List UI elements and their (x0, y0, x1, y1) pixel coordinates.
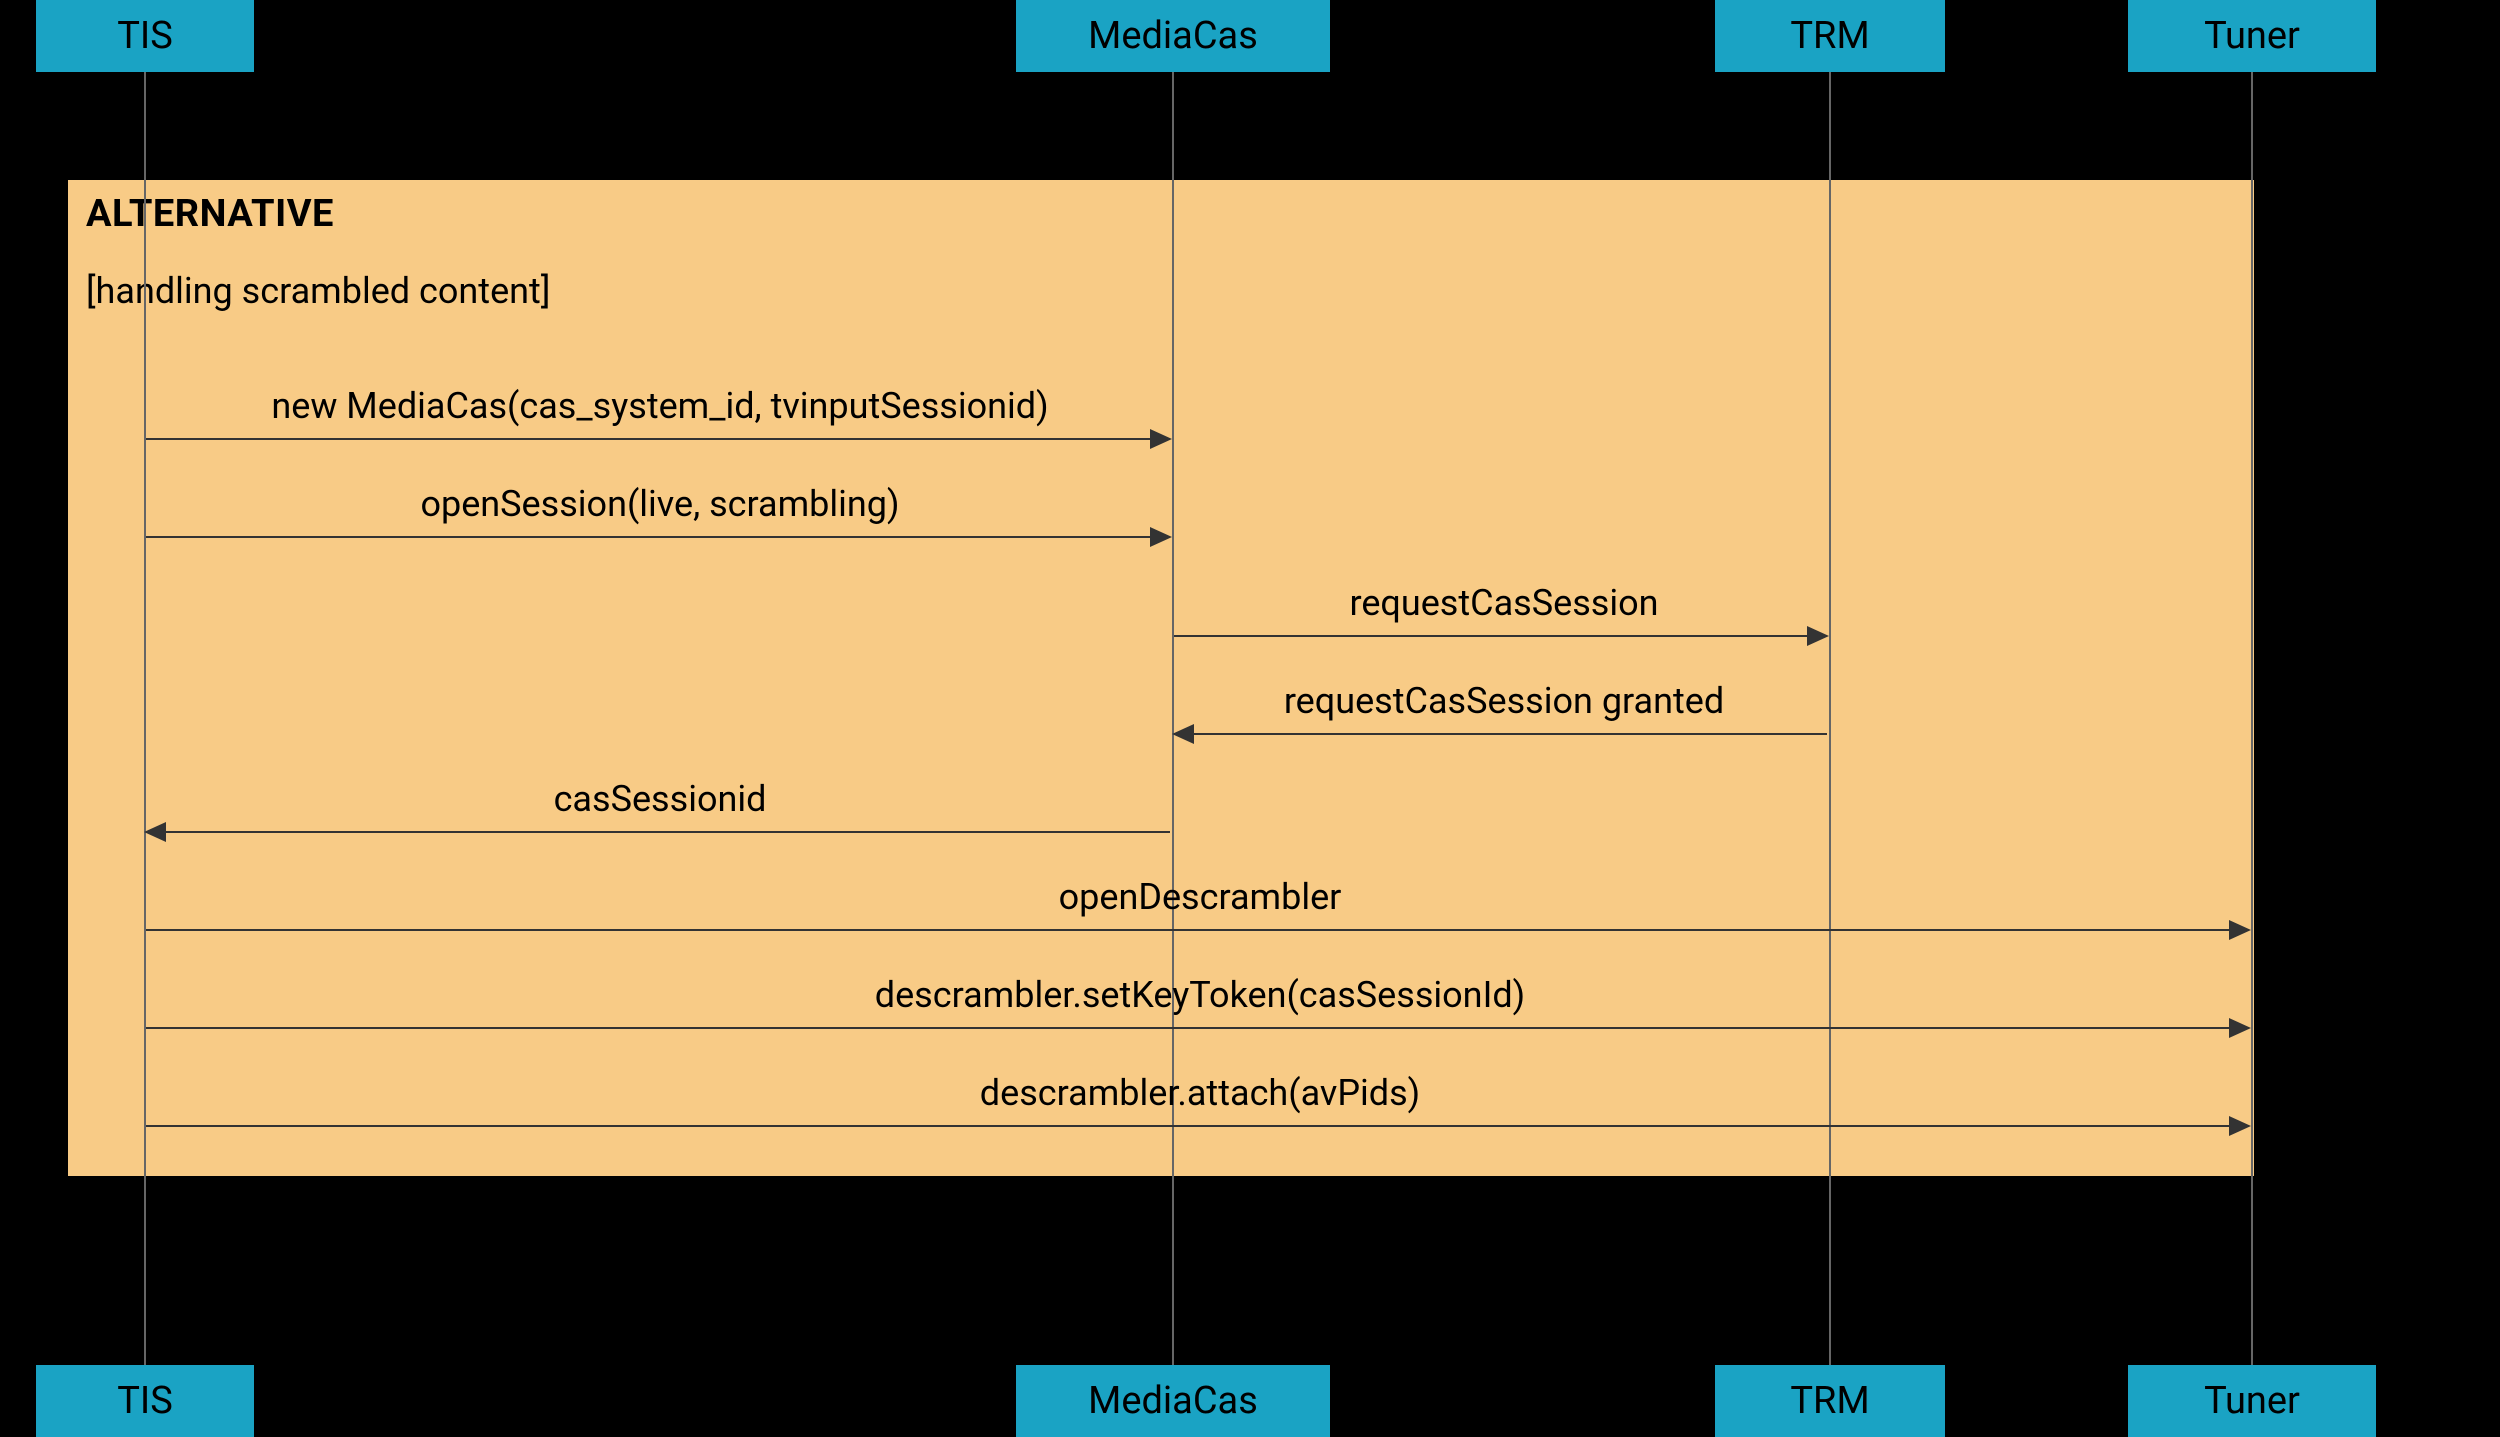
lifeline-tuner-seg (2251, 178, 2253, 1178)
msg-set-key-token (146, 1027, 2249, 1029)
msg-open-descrambler (146, 929, 2249, 931)
msg-open-session-label: openSession(live, scrambling) (170, 483, 1150, 525)
msg-new-mediacas (146, 438, 1170, 440)
msg-request-cas-session-label: requestCasSession (1190, 582, 1818, 624)
msg-request-cas-session (1174, 635, 1827, 637)
participant-trm-bottom: TRM (1715, 1365, 1945, 1437)
participant-mediacas-bottom: MediaCas (1016, 1365, 1330, 1437)
msg-cas-sessionid-label: casSessionid (170, 778, 1150, 820)
msg-request-cas-session-granted-label: requestCasSession granted (1190, 680, 1818, 722)
msg-open-descrambler-label: openDescrambler (170, 876, 2230, 918)
msg-descrambler-attach-label: descrambler.attach(avPids) (170, 1072, 2230, 1114)
participant-tuner-bottom: Tuner (2128, 1365, 2376, 1437)
alt-guard: [handling scrambled content] (86, 270, 550, 312)
participant-mediacas-top: MediaCas (1016, 0, 1330, 72)
participant-tuner-top: Tuner (2128, 0, 2376, 72)
participant-trm-top: TRM (1715, 0, 1945, 72)
msg-set-key-token-label: descrambler.setKeyToken(casSessionId) (170, 974, 2230, 1016)
participant-tis-top: TIS (36, 0, 254, 72)
alt-title: ALTERNATIVE (86, 192, 334, 236)
msg-new-mediacas-label: new MediaCas(cas_system_id, tvinputSessi… (170, 385, 1150, 427)
msg-descrambler-attach (146, 1125, 2249, 1127)
msg-open-session (146, 536, 1170, 538)
participant-tis-bottom: TIS (36, 1365, 254, 1437)
msg-cas-sessionid (146, 831, 1170, 833)
msg-request-cas-session-granted (1174, 733, 1827, 735)
